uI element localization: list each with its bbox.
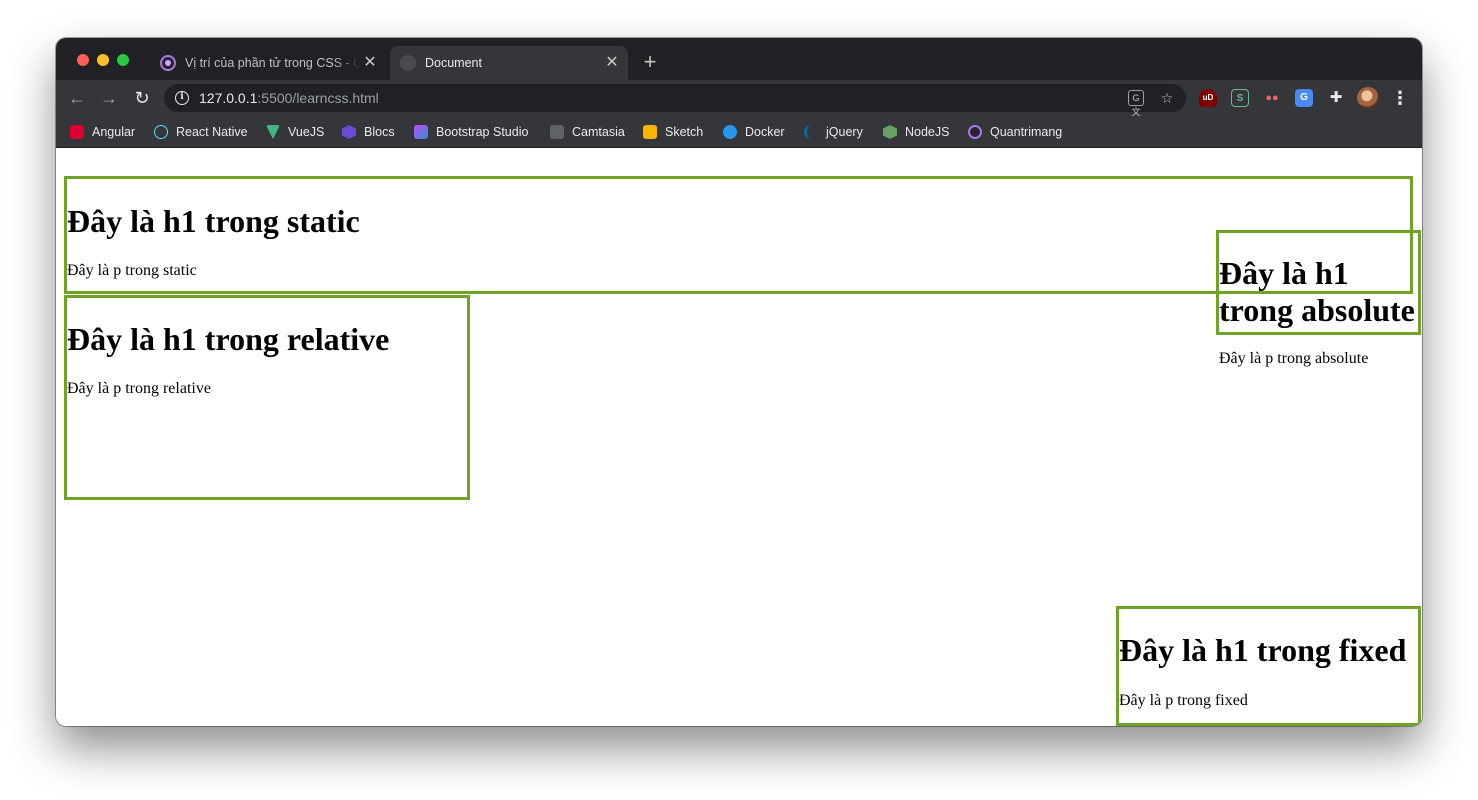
fixed-heading: Đây là h1 trong fixed [1119, 632, 1407, 668]
static-paragraph: Đây là p trong static [67, 262, 197, 279]
vue-icon [266, 125, 280, 139]
bookmark-sketch[interactable]: Sketch [643, 123, 703, 141]
new-tab-button[interactable]: + [638, 51, 662, 75]
url-host: 127.0.0.1 [199, 90, 258, 106]
window-minimize-button[interactable] [97, 54, 109, 66]
eyes-extension-icon[interactable]: ●● [1263, 89, 1281, 107]
bookmark-label: React Native [176, 125, 248, 139]
jquery-icon [804, 125, 818, 139]
back-arrow-icon[interactable]: ← [65, 86, 89, 110]
blocs-icon [342, 125, 356, 139]
quantrimang-icon [160, 55, 176, 71]
bookmark-label: VueJS [288, 125, 325, 139]
bookmark-blocs[interactable]: Blocs [342, 123, 395, 141]
bookmark-docker[interactable]: Docker [723, 123, 785, 141]
fixed-paragraph: Đây là p trong fixed [1119, 692, 1248, 709]
s-extension-icon[interactable]: S [1231, 89, 1249, 107]
bookmark-label: Bootstrap Studio [436, 125, 529, 139]
react-icon [154, 125, 168, 139]
bookmark-label: jQuery [826, 125, 863, 139]
camtasia-icon [550, 125, 564, 139]
angular-icon [70, 125, 84, 139]
google-translate-icon[interactable]: G [1295, 89, 1313, 107]
bookmark-label: Quantrimang [990, 125, 1063, 139]
kebab-menu-icon[interactable]: ⋮ [1391, 86, 1409, 110]
bookmark-label: NodeJS [905, 125, 950, 139]
bookmark-jquery[interactable]: jQuery [804, 123, 863, 141]
nodejs-icon [883, 125, 897, 139]
window-maximize-button[interactable] [117, 54, 129, 66]
reload-icon[interactable]: ↻ [130, 86, 154, 110]
fixed-box: Đây là h1 trong fixed Đây là p trong fix… [1116, 606, 1421, 726]
info-icon[interactable]: i [175, 91, 189, 105]
url-text[interactable]: 127.0.0.1:5500/learncss.html [199, 90, 379, 106]
tab-strip: Vị trí của phần tử trong CSS - Quantrima… [56, 38, 1422, 80]
address-bar[interactable]: i 127.0.0.1:5500/learncss.html G文 ☆ [164, 84, 1186, 117]
bookmark-vuejs[interactable]: VueJS [266, 123, 324, 141]
relative-paragraph: Đây là p trong relative [67, 380, 211, 397]
bookmark-quantrimang[interactable]: Quantrimang [968, 123, 1062, 141]
tab-title: Document [425, 56, 482, 70]
bootstrap-studio-icon [414, 125, 428, 139]
relative-box: Đây là h1 trong relative Đây là p trong … [64, 295, 470, 500]
absolute-heading: Đây là h1 trong absolute [1219, 255, 1415, 328]
relative-heading: Đây là h1 trong relative [67, 321, 390, 357]
url-path: :5500/learncss.html [257, 90, 379, 106]
window-close-button[interactable] [77, 54, 89, 66]
toolbar: ← → ↻ i 127.0.0.1:5500/learncss.html G文 … [56, 80, 1422, 117]
page-viewport: Đây là h1 trong static Đây là p trong st… [56, 149, 1422, 726]
bookmarks-bar: Angular React Native VueJS Blocs Bootstr… [56, 116, 1422, 148]
bookmark-label: Camtasia [572, 125, 625, 139]
ublock-icon[interactable]: uD [1199, 89, 1217, 107]
sketch-icon [643, 125, 657, 139]
bookmark-label: Angular [92, 125, 136, 139]
close-icon[interactable]: ✕ [360, 53, 380, 73]
static-heading: Đây là h1 trong static [67, 203, 360, 239]
bookmark-nodejs[interactable]: NodeJS [883, 123, 949, 141]
bookmark-react-native[interactable]: React Native [154, 123, 248, 141]
absolute-box: Đây là h1 trong absolute Đây là p trong … [1216, 230, 1421, 367]
static-box: Đây là h1 trong static Đây là p trong st… [64, 176, 1413, 294]
forward-arrow-icon[interactable]: → [97, 86, 121, 110]
bookmark-label: Docker [745, 125, 785, 139]
bookmark-label: Blocs [364, 125, 395, 139]
browser-window: Vị trí của phần tử trong CSS - Quantrima… [56, 38, 1422, 726]
bookmark-camtasia[interactable]: Camtasia [550, 123, 625, 141]
bookmark-bootstrap-studio[interactable]: Bootstrap Studio [414, 123, 528, 141]
tab-title: Vị trí của phần tử trong CSS - Quantrima… [185, 56, 360, 70]
translate-icon[interactable]: G文 [1128, 90, 1144, 117]
puzzle-icon[interactable]: ✚ [1327, 89, 1345, 107]
globe-icon [400, 55, 416, 71]
bookmark-label: Sketch [665, 125, 704, 139]
docker-icon [723, 125, 737, 139]
absolute-paragraph: Đây là p trong absolute [1219, 350, 1369, 367]
tab-quantrimang[interactable]: Vị trí của phần tử trong CSS - Quantrima… [150, 46, 386, 80]
star-icon[interactable]: ☆ [1159, 90, 1175, 106]
tab-document[interactable]: Document ✕ [390, 46, 628, 80]
bookmark-angular[interactable]: Angular [70, 123, 135, 141]
close-icon[interactable]: ✕ [602, 53, 622, 73]
quantrimang-icon [968, 125, 982, 139]
avatar[interactable] [1357, 87, 1379, 109]
